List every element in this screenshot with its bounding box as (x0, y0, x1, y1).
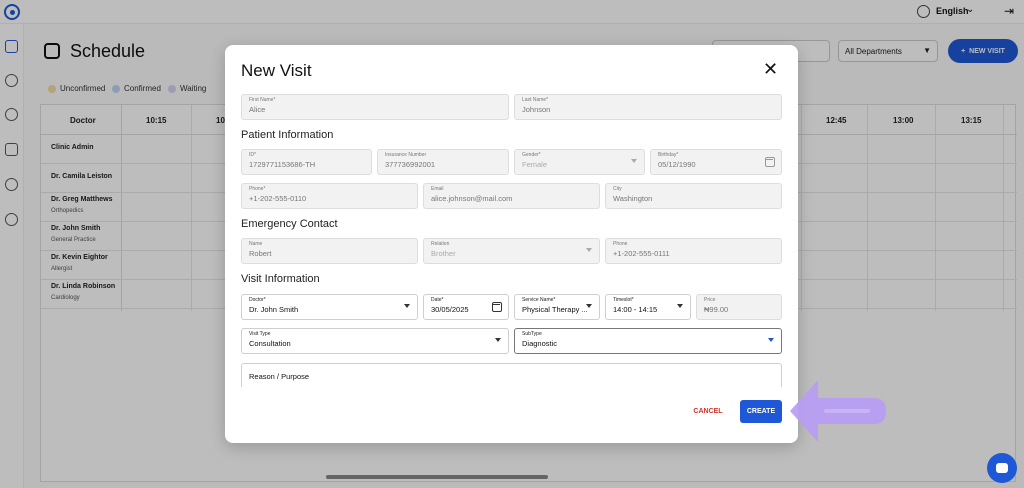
calendar-icon[interactable] (765, 157, 775, 167)
field-value: Washington (613, 194, 653, 203)
doctor-select[interactable]: Doctor* Dr. John Smith (241, 294, 418, 320)
field-label: City (613, 186, 622, 192)
price-field: Price ₦99.00 (696, 294, 782, 320)
caret-down-icon (677, 304, 683, 308)
field-value: +1-202-555-0111 (613, 249, 670, 258)
service-select[interactable]: Service Name* Physical Therapy ... (514, 294, 600, 320)
create-button[interactable]: CREATE (740, 400, 782, 423)
field-label: Timeslot* (613, 297, 634, 303)
field-label: Phone (613, 241, 628, 247)
field-value: Consultation (249, 339, 291, 348)
field-value: 14:00 - 14:15 (613, 305, 658, 314)
caret-down-icon (768, 338, 774, 342)
visit-type-select[interactable]: Visit Type Consultation (241, 328, 509, 354)
field-label: First Name* (249, 97, 276, 103)
field-value: Alice (249, 105, 266, 114)
field-label: Visit Type (249, 331, 271, 337)
field-value: Female (522, 160, 548, 169)
caret-down-icon (404, 304, 410, 308)
field-label: SubType (522, 331, 542, 337)
emergency-phone-field[interactable]: Phone +1-202-555-0111 (605, 238, 782, 264)
field-value: Robert (249, 249, 272, 258)
textarea-placeholder: Reason / Purpose (249, 372, 310, 381)
phone-field[interactable]: Phone* +1-202-555-0110 (241, 183, 418, 209)
section-title-visit: Visit Information (241, 273, 320, 285)
field-value: 30/05/2025 (431, 305, 469, 314)
last-name-field[interactable]: Last Name* Johnson (514, 94, 782, 120)
field-label: Insurance Number (385, 152, 427, 158)
patient-id-field[interactable]: ID* 1729771153686-TH (241, 149, 372, 175)
field-label: Doctor* (249, 297, 266, 303)
birthday-field[interactable]: Birthday* 05/12/1990 (650, 149, 782, 175)
caret-down-icon (495, 338, 501, 342)
pointer-arrow-icon (790, 380, 886, 442)
first-name-field[interactable]: First Name* Alice (241, 94, 509, 120)
caret-down-icon (631, 159, 637, 163)
timeslot-select[interactable]: Timeslot* 14:00 - 14:15 (605, 294, 691, 320)
new-visit-dialog: New Visit ✕ First Name* Alice Last Name*… (225, 45, 798, 443)
field-label: Service Name* (522, 297, 556, 303)
field-label: Birthday* (658, 152, 679, 158)
field-value: Johnson (522, 105, 551, 114)
field-label: Name (249, 241, 263, 247)
section-title-patient: Patient Information (241, 129, 334, 141)
cancel-button[interactable]: CANCEL (687, 401, 729, 421)
field-value: Brother (431, 249, 456, 258)
field-value: +1-202-555-0110 (249, 194, 307, 203)
field-label: Relation (431, 241, 450, 247)
field-label: Email (431, 186, 444, 192)
emergency-name-field[interactable]: Name Robert (241, 238, 418, 264)
emergency-relation-select[interactable]: Relation Brother (423, 238, 600, 264)
field-label: Date* (431, 297, 444, 303)
gender-select[interactable]: Gender* Female (514, 149, 645, 175)
field-value: 377736992001 (385, 160, 436, 169)
section-title-emergency: Emergency Contact (241, 218, 338, 230)
close-icon[interactable]: ✕ (763, 59, 778, 79)
reason-textarea[interactable]: Reason / Purpose (241, 363, 782, 387)
field-value: Diagnostic (522, 339, 558, 348)
field-value: Physical Therapy ... (522, 305, 588, 314)
field-label: Phone* (249, 186, 266, 192)
calendar-icon[interactable] (492, 302, 502, 312)
field-value: alice.johnson@mail.com (431, 194, 513, 203)
subtype-select[interactable]: SubType Diagnostic (514, 328, 782, 354)
dialog-title: New Visit (241, 61, 312, 80)
chat-button[interactable] (987, 453, 1017, 483)
field-label: Gender* (522, 152, 541, 158)
field-value: Dr. John Smith (249, 305, 299, 314)
field-label: ID* (249, 152, 256, 158)
field-label: Price (704, 297, 716, 303)
chat-icon (996, 463, 1008, 473)
field-value: 05/12/1990 (658, 160, 696, 169)
insurance-number-field[interactable]: Insurance Number 377736992001 (377, 149, 509, 175)
caret-down-icon (586, 248, 592, 252)
caret-down-icon (586, 304, 592, 308)
field-value: 1729771153686-TH (249, 160, 316, 169)
email-field[interactable]: Email alice.johnson@mail.com (423, 183, 600, 209)
visit-date-field[interactable]: Date* 30/05/2025 (423, 294, 509, 320)
field-value: ₦99.00 (704, 305, 729, 314)
city-field[interactable]: City Washington (605, 183, 782, 209)
field-label: Last Name* (522, 97, 549, 103)
